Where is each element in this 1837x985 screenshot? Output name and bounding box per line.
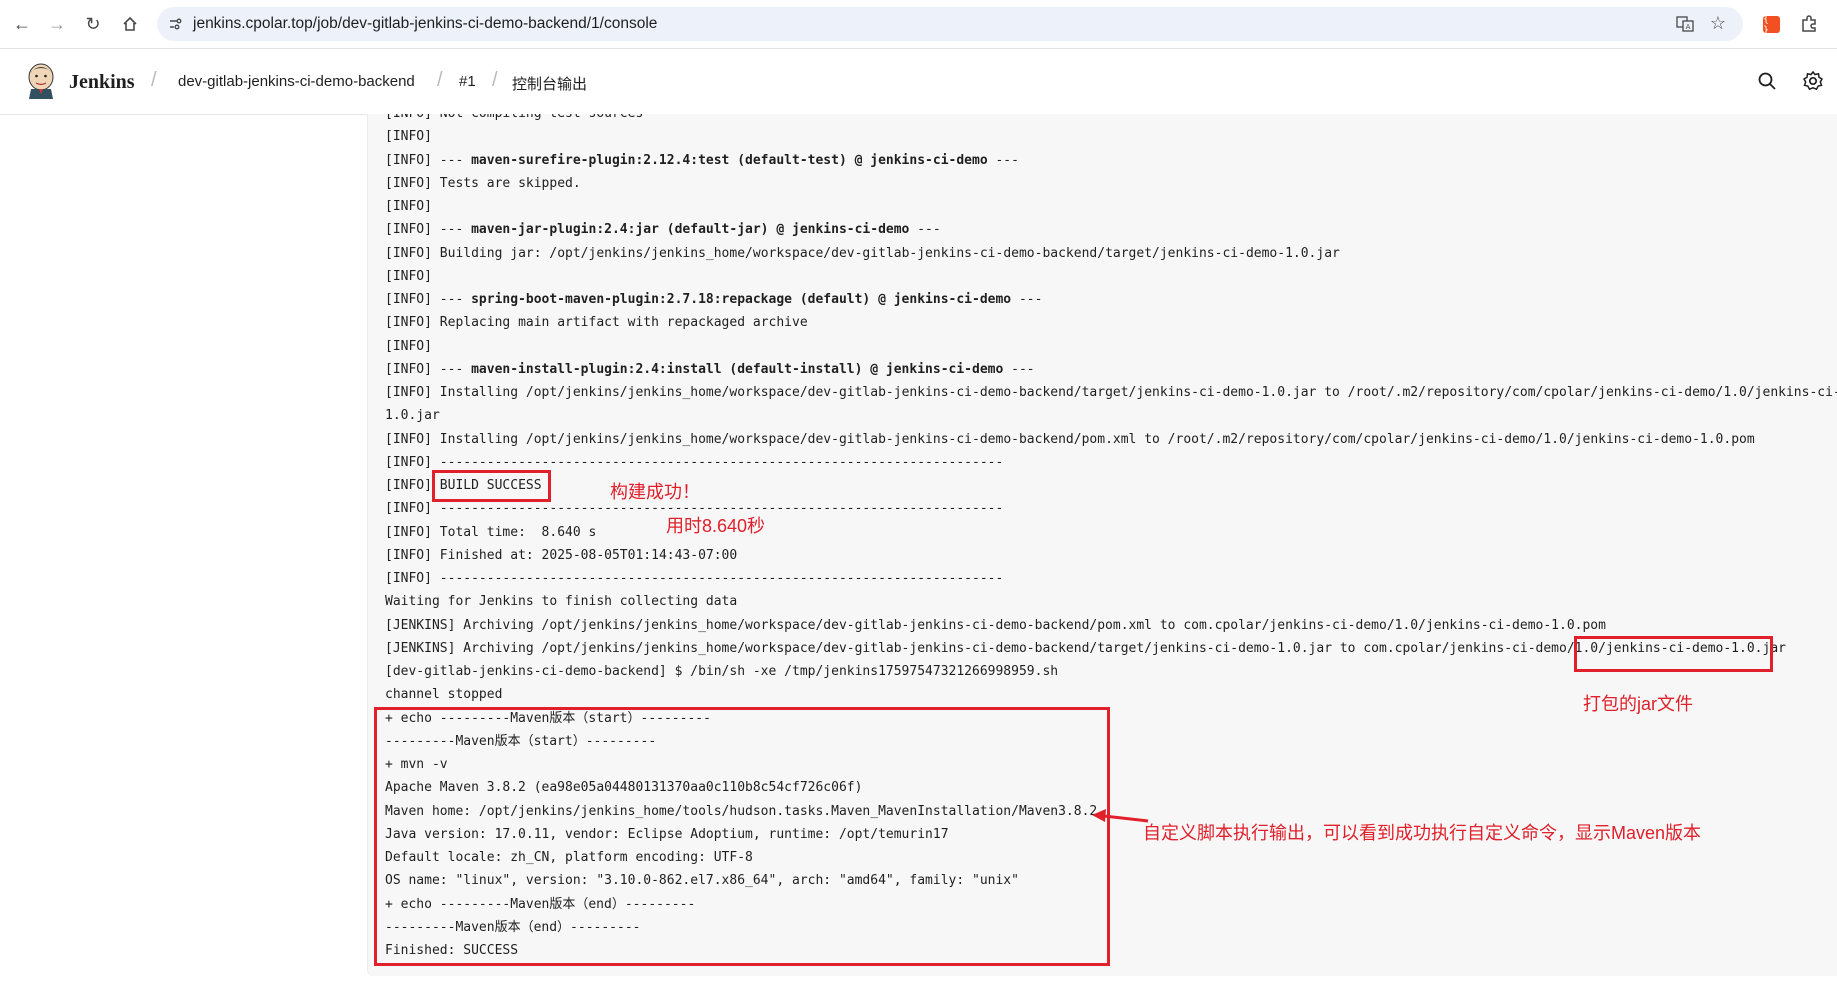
arrow-icon <box>1092 809 1149 823</box>
console-line-bold: maven-surefire-plugin:2.12.4:test (defau… <box>471 152 988 168</box>
reload-icon[interactable]: ↻ <box>78 9 108 39</box>
console-line-prefix: [INFO] <box>385 501 440 517</box>
console-line: 1.0.jar <box>385 404 1837 427</box>
annotation-total-time: 用时8.640秒 <box>666 516 766 536</box>
annotation-build-success: 构建成功！ <box>610 482 700 502</box>
breadcrumb-build[interactable]: #1 <box>459 73 476 90</box>
breadcrumb-separator: / <box>492 69 498 91</box>
url-text[interactable]: jenkins.cpolar.top/job/dev-gitlab-jenkin… <box>193 15 657 33</box>
console-line-suffix: --- <box>1003 361 1035 377</box>
console-line: [INFO] ---------------------------------… <box>385 451 1837 474</box>
breadcrumb-console[interactable]: 控制台输出 <box>512 73 587 94</box>
site-info-icon[interactable] <box>165 14 185 34</box>
console-line-suffix: --- <box>987 152 1019 168</box>
console-line-text: channel stopped <box>385 687 503 703</box>
console-line-text: Not compiling test sources <box>440 114 644 121</box>
console-line-text: Building jar: /opt/jenkins/jenkins_home/… <box>439 245 1340 261</box>
jenkins-logo-icon[interactable] <box>26 63 56 99</box>
breadcrumb-job[interactable]: dev-gitlab-jenkins-ci-demo-backend <box>178 73 415 90</box>
console-line: [INFO] <box>385 125 1837 148</box>
home-icon[interactable] <box>115 9 145 39</box>
console-line: [INFO] --- maven-jar-plugin:2.4:jar (def… <box>385 218 1837 241</box>
search-icon[interactable] <box>1755 69 1779 93</box>
console-line: [INFO] ---------------------------------… <box>385 567 1837 590</box>
breadcrumb-separator: / <box>437 69 443 91</box>
console-line: [INFO] --- spring-boot-maven-plugin:2.7.… <box>385 288 1837 311</box>
console-line-bold: maven-install-plugin:2.4:install (defaul… <box>471 361 1004 377</box>
console-line-bold: spring-boot-maven-plugin:2.7.18:repackag… <box>471 292 1012 307</box>
console-line: [INFO] Installing /opt/jenkins/jenkins_h… <box>385 381 1837 404</box>
translate-icon[interactable]: A <box>1675 14 1695 34</box>
gear-icon[interactable] <box>1801 69 1825 93</box>
console-line-bold: maven-jar-plugin:2.4:jar (default-jar) @… <box>471 222 910 238</box>
bookmark-star-icon[interactable]: ☆ <box>1707 12 1729 34</box>
console-line: [INFO] <box>385 335 1837 358</box>
annotation-custom-script: 自定义脚本执行输出，可以看到成功执行自定义命令，显示Maven版本 <box>1143 823 1702 843</box>
console-line-prefix: [INFO] <box>385 524 440 540</box>
console-line-prefix: [INFO] <box>385 268 432 284</box>
console-line: [INFO] Total time: 8.640 s <box>385 521 1837 544</box>
console-line-text: 1.0.jar <box>385 408 440 424</box>
console-line-prefix: [INFO] <box>385 175 440 191</box>
back-icon[interactable]: ← <box>7 9 37 39</box>
console-line-prefix: [INFO] <box>385 315 440 331</box>
console-line-prefix: [INFO] <box>385 385 440 400</box>
console-line-prefix: [INFO] <box>385 199 432 214</box>
console-line: Waiting for Jenkins to finish collecting… <box>385 590 1837 613</box>
console-line-prefix: [INFO] --- <box>385 361 472 377</box>
svg-text:A: A <box>1686 23 1691 31</box>
console-line-text: ----------------------------------------… <box>439 571 1004 586</box>
console-line-prefix: [INFO] --- <box>385 292 472 307</box>
console-line-text: [dev-gitlab-jenkins-ci-demo-backend] $ /… <box>385 664 1059 679</box>
jenkins-header: Jenkins / dev-gitlab-jenkins-ci-demo-bac… <box>0 49 1837 115</box>
console-line-suffix: --- <box>1011 292 1043 307</box>
console-line-prefix: [INFO] <box>385 114 440 121</box>
console-line-text: Tests are skipped. <box>439 175 581 191</box>
console-line: [JENKINS] Archiving /opt/jenkins/jenkins… <box>385 614 1837 637</box>
console-line: [INFO] <box>385 195 1837 218</box>
app-title[interactable]: Jenkins <box>69 71 135 94</box>
console-line-text: [JENKINS] Archiving /opt/jenkins/jenkins… <box>385 617 1606 633</box>
console-line: [INFO] Not compiling test sources <box>385 114 1837 125</box>
console-line: [INFO] ---------------------------------… <box>385 497 1837 520</box>
console-line-prefix: [INFO] <box>385 454 440 470</box>
console-line: [INFO] --- maven-install-plugin:2.4:inst… <box>385 358 1837 381</box>
extensions-puzzle-icon[interactable] <box>1797 12 1821 36</box>
console-line-text: Replacing main artifact with repackaged … <box>439 315 808 331</box>
console-line-prefix: [INFO] --- <box>385 222 472 238</box>
console-line: [INFO] --- maven-surefire-plugin:2.12.4:… <box>385 149 1837 172</box>
build-success-highlight <box>432 470 551 502</box>
console-line-prefix: [INFO] <box>385 571 440 586</box>
extension-icon[interactable]: { } <box>1763 14 1780 36</box>
console-line-text: Total time: 8.640 s <box>439 524 597 540</box>
forward-icon[interactable]: → <box>42 9 72 39</box>
console-line-text: ----------------------------------------… <box>439 454 1004 470</box>
console-line: [INFO] Building jar: /opt/jenkins/jenkin… <box>385 242 1837 265</box>
console-line-prefix: [INFO] <box>385 129 432 145</box>
console-line: [INFO] Tests are skipped. <box>385 172 1837 195</box>
console-line: [INFO] BUILD SUCCESS <box>385 474 1837 497</box>
console-line: [INFO] Replacing main artifact with repa… <box>385 311 1837 334</box>
browser-toolbar: ← → ↻ jenkins.cpolar.top/job/dev-gitlab-… <box>0 0 1837 49</box>
console-line-text: Waiting for Jenkins to finish collecting… <box>385 594 738 610</box>
custom-script-highlight <box>374 707 1110 966</box>
annotation-jar-file: 打包的jar文件 <box>1583 694 1694 714</box>
console-line-prefix: [INFO] --- <box>385 152 472 168</box>
breadcrumb-separator: / <box>151 69 157 91</box>
console-line-text: Installing /opt/jenkins/jenkins_home/wor… <box>439 431 1755 447</box>
console-line: [INFO] Installing /opt/jenkins/jenkins_h… <box>385 428 1837 451</box>
console-line-suffix: --- <box>909 222 941 238</box>
console-line-text: Installing /opt/jenkins/jenkins_home/wor… <box>439 385 1837 400</box>
console-line-prefix: [INFO] <box>385 245 440 261</box>
console-line-prefix: [INFO] <box>385 431 440 447</box>
jar-file-highlight <box>1574 636 1773 672</box>
address-bar[interactable]: jenkins.cpolar.top/job/dev-gitlab-jenkin… <box>157 7 1743 41</box>
console-line: [INFO] <box>385 265 1837 288</box>
console-line-text: Finished at: 2025-08-05T01:14:43-07:00 <box>439 547 738 563</box>
console-line-prefix: [INFO] <box>385 547 440 563</box>
console-line: [INFO] Finished at: 2025-08-05T01:14:43-… <box>385 544 1837 567</box>
console-line-prefix: [INFO] <box>385 338 432 354</box>
